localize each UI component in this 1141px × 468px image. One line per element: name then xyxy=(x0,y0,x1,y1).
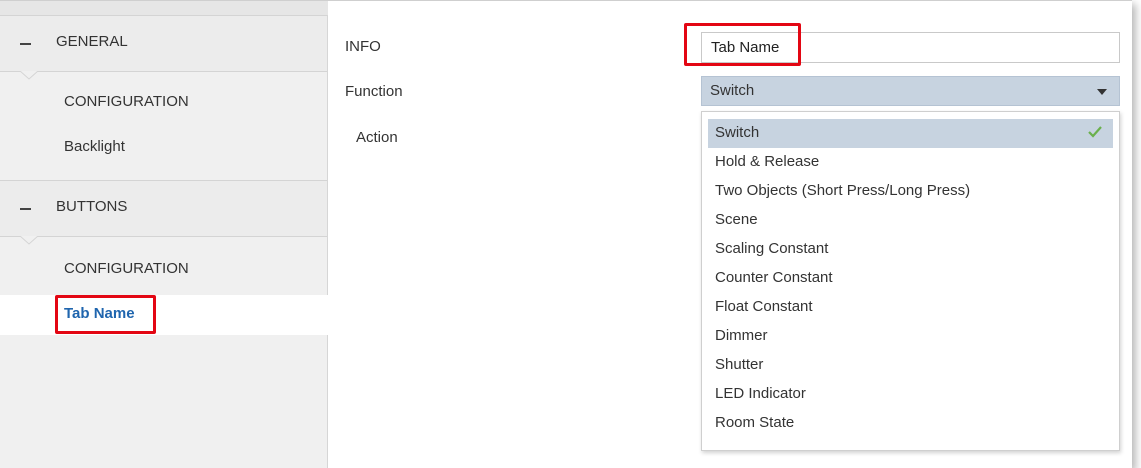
dropdown-option-switch[interactable]: Switch xyxy=(708,119,1113,148)
dropdown-option-hold-release[interactable]: Hold & Release xyxy=(708,148,1113,177)
highlight-box-info xyxy=(684,23,801,66)
group-header-buttons[interactable]: BUTTONS xyxy=(0,180,327,237)
sidebar-item-label: Backlight xyxy=(64,138,125,155)
option-label: Two Objects (Short Press/Long Press) xyxy=(715,182,971,199)
tree-notch-icon xyxy=(20,236,38,245)
action-label: Action xyxy=(356,129,398,146)
dropdown-option-led-indicator[interactable]: LED Indicator xyxy=(708,380,1113,409)
function-select-value: Switch xyxy=(710,82,755,99)
sidebar-item-label: CONFIGURATION xyxy=(64,93,189,110)
dropdown-option-room-state[interactable]: Room State xyxy=(708,409,1113,438)
parameter-window: GENERAL CONFIGURATION Backlight BUTTONS … xyxy=(0,0,1132,468)
sidebar: GENERAL CONFIGURATION Backlight BUTTONS … xyxy=(0,1,330,468)
dropdown-option-scaling-constant[interactable]: Scaling Constant xyxy=(708,235,1113,264)
sidebar-item-general-configuration[interactable]: CONFIGURATION xyxy=(0,83,327,123)
option-label: Shutter xyxy=(715,356,764,373)
sidebar-top-strip xyxy=(0,1,328,15)
dropdown-option-dimmer[interactable]: Dimmer xyxy=(708,322,1113,351)
main-panel: INFO Function Action Tab Name Switch Swi… xyxy=(329,1,1132,468)
dropdown-option-scene[interactable]: Scene xyxy=(708,206,1113,235)
tree-notch-icon xyxy=(20,71,38,80)
function-select[interactable]: Switch xyxy=(701,76,1120,106)
option-label: Room State xyxy=(715,414,795,431)
group-label-buttons: BUTTONS xyxy=(56,198,128,215)
info-label: INFO xyxy=(345,38,381,55)
option-label: Scene xyxy=(715,211,758,228)
function-label: Function xyxy=(345,83,403,100)
sidebar-item-backlight[interactable]: Backlight xyxy=(0,128,327,168)
sidebar-item-tab-name[interactable]: Tab Name xyxy=(0,295,330,335)
sidebar-item-buttons-configuration[interactable]: CONFIGURATION xyxy=(0,250,327,290)
checkmark-icon xyxy=(1088,126,1102,138)
option-label: Scaling Constant xyxy=(715,240,829,257)
dropdown-option-float-constant[interactable]: Float Constant xyxy=(708,293,1113,322)
group-label-general: GENERAL xyxy=(56,33,128,50)
option-label: Counter Constant xyxy=(715,269,833,286)
option-label: Switch xyxy=(715,124,760,141)
minus-icon[interactable] xyxy=(20,43,31,45)
minus-icon[interactable] xyxy=(20,208,31,210)
sidebar-item-label: CONFIGURATION xyxy=(64,260,189,277)
option-label: Dimmer xyxy=(715,327,768,344)
dropdown-option-counter-constant[interactable]: Counter Constant xyxy=(708,264,1113,293)
function-dropdown-list: Switch Hold & Release Two Objects (Short… xyxy=(701,111,1120,451)
option-label: LED Indicator xyxy=(715,385,806,402)
option-label: Float Constant xyxy=(715,298,813,315)
dropdown-arrow-icon[interactable] xyxy=(1097,89,1107,95)
highlight-box-tab-name xyxy=(55,295,156,334)
dropdown-option-shutter[interactable]: Shutter xyxy=(708,351,1113,380)
group-header-general[interactable]: GENERAL xyxy=(0,15,327,72)
option-label: Hold & Release xyxy=(715,153,820,170)
dropdown-option-two-objects[interactable]: Two Objects (Short Press/Long Press) xyxy=(708,177,1113,206)
